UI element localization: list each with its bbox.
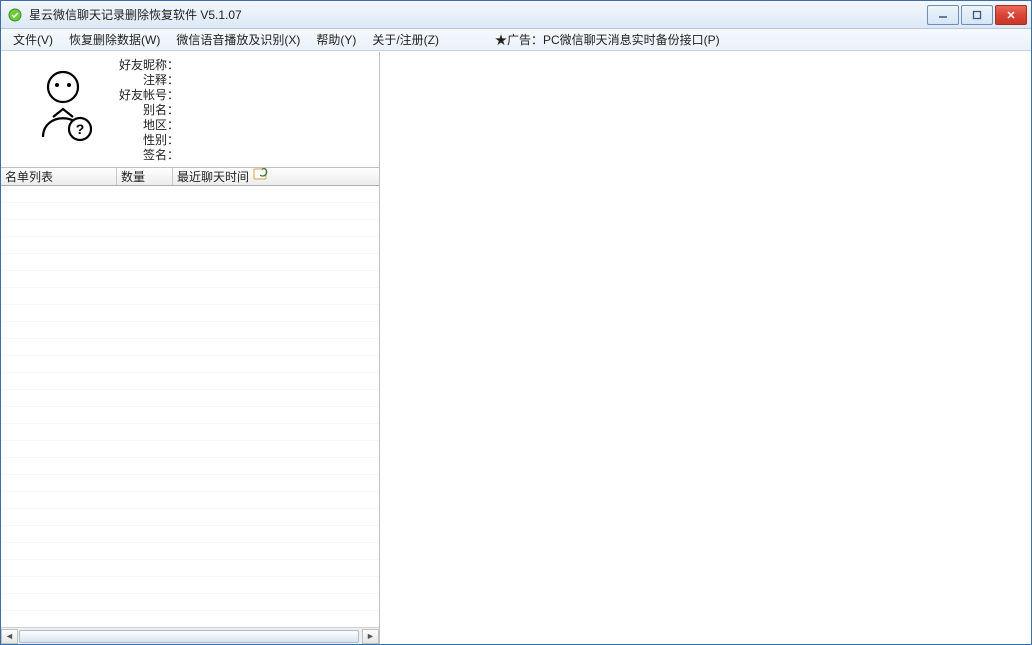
menu-file[interactable]: 文件(V) [5, 29, 61, 51]
svg-text:?: ? [76, 121, 85, 137]
titlebar: 星云微信聊天记录删除恢复软件 V5.1.07 [1, 1, 1031, 29]
info-row-signature: 签名： [109, 148, 373, 163]
friend-info-fields: 好友昵称： 注释： 好友帐号： 别名： 地区： 性别： [109, 56, 373, 163]
column-header-list[interactable]: 名单列表 [1, 168, 117, 185]
label-signature: 签名 [109, 148, 167, 163]
refresh-icon[interactable] [253, 168, 269, 185]
contact-list[interactable] [1, 186, 379, 627]
label-nickname: 好友昵称 [109, 58, 167, 73]
info-row-alias: 别名： [109, 103, 373, 118]
value-note [179, 73, 181, 88]
menu-voice[interactable]: 微信语音播放及识别(X) [168, 29, 308, 51]
menu-about[interactable]: 关于/注册(Z) [364, 29, 447, 51]
avatar-placeholder: ? [21, 62, 105, 146]
window-controls [927, 5, 1027, 25]
menubar: 文件(V) 恢复删除数据(W) 微信语音播放及识别(X) 帮助(Y) 关于/注册… [1, 29, 1031, 51]
contact-table-header: 名单列表 数量 最近聊天时间 [1, 168, 379, 186]
value-alias [179, 103, 181, 118]
value-region [179, 118, 181, 133]
label-account: 好友帐号 [109, 88, 167, 103]
scroll-right-button[interactable]: ► [362, 629, 379, 644]
client-area: ? 好友昵称： 注释： 好友帐号： 别名： [1, 51, 1031, 644]
list-rows-background [1, 186, 379, 627]
left-pane: ? 好友昵称： 注释： 好友帐号： 别名： [1, 52, 380, 644]
label-gender: 性别 [109, 133, 167, 148]
info-row-gender: 性别： [109, 133, 373, 148]
minimize-button[interactable] [927, 5, 959, 25]
value-gender [179, 133, 181, 148]
app-window: 星云微信聊天记录删除恢复软件 V5.1.07 文件(V) 恢复删除数据(W) 微… [0, 0, 1032, 645]
info-row-region: 地区： [109, 118, 373, 133]
scroll-thumb[interactable] [19, 630, 359, 643]
friend-info-panel: ? 好友昵称： 注释： 好友帐号： 别名： [1, 52, 379, 168]
info-row-note: 注释： [109, 73, 373, 88]
app-icon [7, 7, 23, 23]
column-header-lastchat[interactable]: 最近聊天时间 [173, 168, 379, 185]
horizontal-scrollbar[interactable]: ◄ ► [1, 627, 379, 644]
value-account [179, 88, 181, 103]
value-nickname [179, 58, 181, 73]
scroll-track[interactable] [18, 629, 362, 644]
window-title: 星云微信聊天记录删除恢复软件 V5.1.07 [29, 6, 927, 23]
menu-ad[interactable]: ★广告：PC微信聊天消息实时备份接口(P) [487, 29, 728, 51]
scroll-left-button[interactable]: ◄ [1, 629, 18, 644]
right-pane [380, 52, 1031, 644]
column-header-count[interactable]: 数量 [117, 168, 173, 185]
menu-help[interactable]: 帮助(Y) [308, 29, 364, 51]
label-region: 地区 [109, 118, 167, 133]
info-row-account: 好友帐号： [109, 88, 373, 103]
info-row-nickname: 好友昵称： [109, 58, 373, 73]
maximize-button[interactable] [961, 5, 993, 25]
menu-recover[interactable]: 恢复删除数据(W) [61, 29, 168, 51]
close-button[interactable] [995, 5, 1027, 25]
label-note: 注释 [109, 73, 167, 88]
label-alias: 别名 [109, 103, 167, 118]
value-signature [179, 148, 181, 163]
